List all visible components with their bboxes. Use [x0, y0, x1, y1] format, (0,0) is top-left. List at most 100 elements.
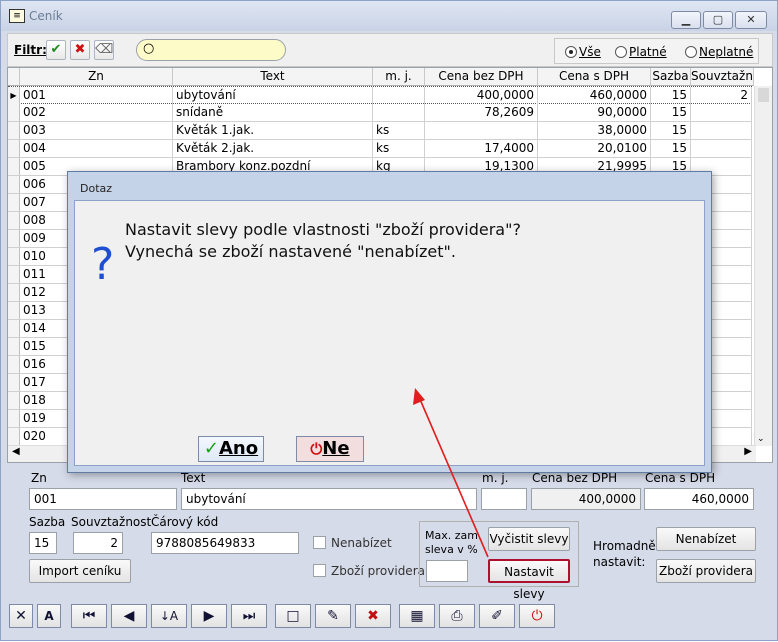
- cell-s[interactable]: 20,0100: [538, 140, 651, 157]
- no-button[interactable]: ⏻Ne: [296, 436, 364, 462]
- row-indicator[interactable]: [8, 122, 20, 139]
- table-row[interactable]: 003 Květák 1.jak. ks 38,0000 15: [8, 122, 752, 140]
- power-icon[interactable]: ⏻: [519, 604, 555, 628]
- row-indicator[interactable]: [8, 230, 20, 247]
- cell-sazba[interactable]: 15: [651, 122, 691, 139]
- col-cena-bez[interactable]: Cena bez DPH: [425, 68, 538, 86]
- cell-mj[interactable]: ks: [373, 140, 425, 157]
- table-row[interactable]: 002 snídaně 78,2609 90,0000 15: [8, 104, 752, 122]
- row-indicator[interactable]: [8, 320, 20, 337]
- row-indicator[interactable]: ▶: [8, 87, 20, 104]
- vertical-scrollbar[interactable]: ⌄: [754, 86, 772, 446]
- cell-s[interactable]: 460,0000: [538, 87, 651, 104]
- yes-button[interactable]: ✓Ano: [198, 436, 264, 462]
- cell-bez[interactable]: 17,4000: [425, 140, 538, 157]
- col-text[interactable]: Text: [173, 68, 373, 86]
- souv-field[interactable]: 2: [73, 532, 123, 554]
- zn-field[interactable]: 001: [29, 488, 177, 510]
- radio-platne[interactable]: Platné: [615, 45, 667, 59]
- row-indicator[interactable]: [8, 392, 20, 409]
- minimize-button[interactable]: ▁: [671, 11, 701, 29]
- filter-apply-button[interactable]: ✔: [46, 40, 66, 60]
- zbozi-providera-checkbox[interactable]: Zboží providera: [313, 564, 425, 578]
- hromadne-nenabizet-button[interactable]: Nenabízet: [656, 527, 756, 551]
- mj-field[interactable]: [481, 488, 527, 510]
- row-indicator[interactable]: [8, 428, 20, 445]
- cell-sazba[interactable]: 15: [651, 87, 691, 104]
- row-indicator[interactable]: [8, 338, 20, 355]
- cell-souv[interactable]: [691, 140, 752, 157]
- last-record-icon[interactable]: ⏭: [231, 604, 267, 628]
- close-button[interactable]: ✕: [735, 11, 767, 29]
- nenabizet-checkbox[interactable]: Nenabízet: [313, 536, 392, 550]
- cell-zn[interactable]: 004: [20, 140, 173, 157]
- export-icon[interactable]: ▦: [399, 604, 435, 628]
- col-zn[interactable]: Zn: [20, 68, 173, 86]
- chevron-down-icon[interactable]: ⌄: [757, 434, 765, 444]
- first-record-icon[interactable]: ⏮: [71, 604, 107, 628]
- row-indicator[interactable]: [8, 374, 20, 391]
- cell-text[interactable]: snídaně: [173, 104, 373, 121]
- cell-souv[interactable]: [691, 122, 752, 139]
- previous-record-icon[interactable]: ◀: [111, 604, 147, 628]
- row-indicator[interactable]: [8, 284, 20, 301]
- next-record-icon[interactable]: ▶: [191, 604, 227, 628]
- filter-clear-button[interactable]: ✖: [70, 40, 90, 60]
- cell-sazba[interactable]: 15: [651, 104, 691, 121]
- cell-zn[interactable]: 001: [20, 87, 173, 104]
- tools-icon[interactable]: ✐: [479, 604, 515, 628]
- row-indicator[interactable]: [8, 410, 20, 427]
- text-field[interactable]: ubytování: [181, 488, 477, 510]
- eraser-icon[interactable]: ⌫: [94, 40, 114, 60]
- row-indicator[interactable]: [8, 356, 20, 373]
- table-row[interactable]: 004 Květák 2.jak. ks 17,4000 20,0100 15: [8, 140, 752, 158]
- vycistit-slevy-button[interactable]: Vyčistit slevy: [488, 527, 570, 551]
- cell-text[interactable]: Květák 2.jak.: [173, 140, 373, 157]
- radio-neplatne[interactable]: Neplatné: [685, 45, 753, 59]
- ean-field[interactable]: 9788085649833: [151, 532, 299, 554]
- hromadne-zbozi-providera-button[interactable]: Zboží providera: [656, 559, 756, 583]
- cell-s[interactable]: 90,0000: [538, 104, 651, 121]
- cena-bez-field[interactable]: 400,0000: [531, 488, 641, 510]
- row-indicator[interactable]: [8, 302, 20, 319]
- col-sazba[interactable]: Sazba: [651, 68, 691, 86]
- delete-record-icon[interactable]: ✖: [355, 604, 391, 628]
- cena-s-field[interactable]: 460,0000: [644, 488, 754, 510]
- col-mj[interactable]: m. j.: [373, 68, 425, 86]
- row-indicator[interactable]: [8, 194, 20, 211]
- col-cena-s[interactable]: Cena s DPH: [538, 68, 651, 86]
- row-indicator[interactable]: [8, 158, 20, 175]
- cell-zn[interactable]: 003: [20, 122, 173, 139]
- cell-souv[interactable]: 2: [691, 87, 752, 104]
- cell-bez[interactable]: 400,0000: [425, 87, 538, 104]
- edit-record-icon[interactable]: ✎: [315, 604, 351, 628]
- print-icon[interactable]: ⎙: [439, 604, 475, 628]
- cancel-icon[interactable]: ✕: [9, 604, 33, 628]
- cell-mj[interactable]: ks: [373, 122, 425, 139]
- cell-bez[interactable]: [425, 122, 538, 139]
- col-souv[interactable]: Souvztažno: [691, 68, 754, 86]
- row-indicator[interactable]: [8, 248, 20, 265]
- max-sleva-field[interactable]: [426, 560, 468, 582]
- sort-icon[interactable]: ↓A: [151, 604, 187, 628]
- row-indicator[interactable]: [8, 104, 20, 121]
- search-input[interactable]: ○: [136, 39, 286, 61]
- new-record-icon[interactable]: □: [275, 604, 311, 628]
- row-indicator[interactable]: [8, 266, 20, 283]
- cell-text[interactable]: ubytování: [173, 87, 373, 104]
- cell-bez[interactable]: 78,2609: [425, 104, 538, 121]
- cell-s[interactable]: 38,0000: [538, 122, 651, 139]
- nastavit-slevy-button[interactable]: Nastavit slevy: [488, 559, 570, 601]
- sazba-field[interactable]: 15: [29, 532, 57, 554]
- cell-zn[interactable]: 002: [20, 104, 173, 121]
- import-cenik-button[interactable]: Import ceníku: [29, 559, 131, 583]
- row-indicator[interactable]: [8, 212, 20, 229]
- font-size-icon[interactable]: A: [37, 604, 61, 628]
- maximize-button[interactable]: ▢: [703, 11, 733, 29]
- cell-souv[interactable]: [691, 104, 752, 121]
- cell-mj[interactable]: [373, 87, 425, 104]
- cell-mj[interactable]: [373, 104, 425, 121]
- row-indicator[interactable]: [8, 176, 20, 193]
- radio-vse[interactable]: Vše: [565, 45, 601, 59]
- table-row[interactable]: ▶ 001 ubytování 400,0000 460,0000 15 2: [8, 86, 752, 104]
